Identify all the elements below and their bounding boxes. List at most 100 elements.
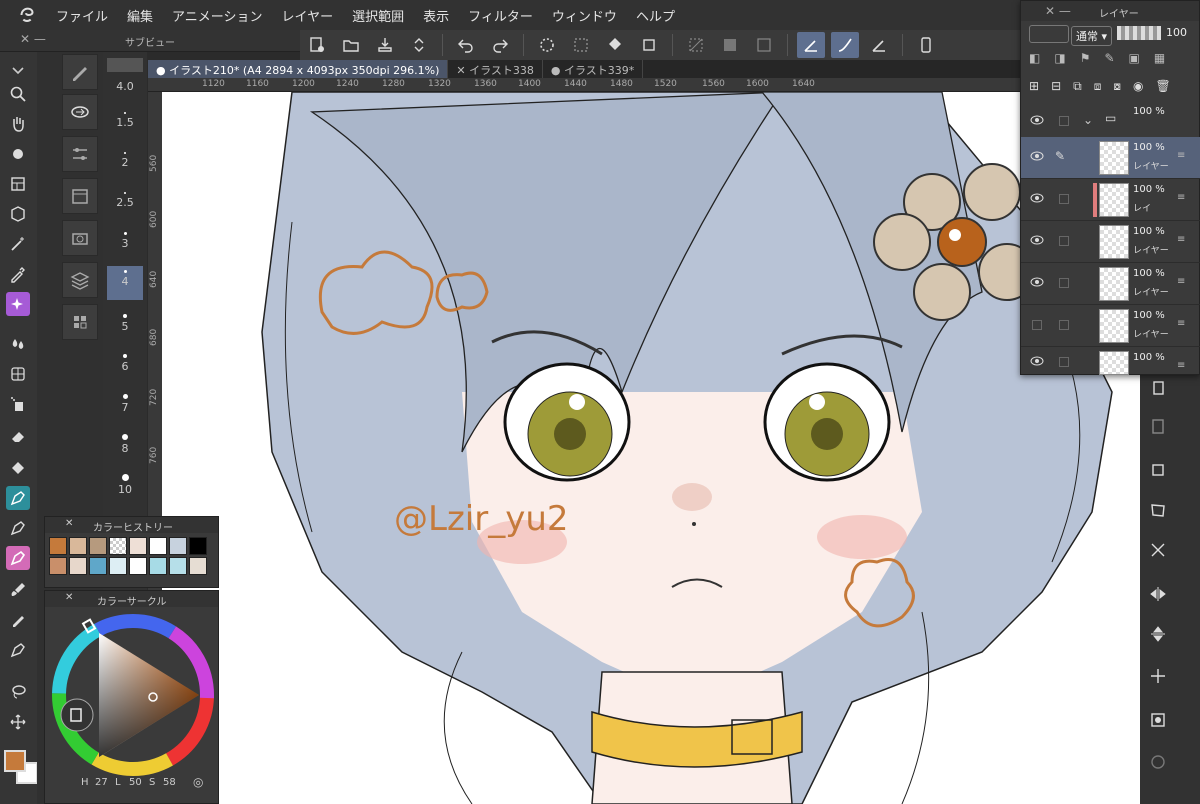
tab-document[interactable]: ✕ イラスト338 xyxy=(448,60,543,78)
tool-3d[interactable] xyxy=(6,202,30,226)
tool-blend[interactable] xyxy=(6,332,30,356)
mesh-transform-button[interactable] xyxy=(1146,538,1170,562)
tool-brush[interactable] xyxy=(6,578,30,602)
layer-property-select[interactable] xyxy=(1029,25,1069,43)
layer-checkbox[interactable] xyxy=(1059,194,1069,204)
menu-layer[interactable]: レイヤー xyxy=(282,6,334,25)
tab-document[interactable]: ● イラスト339* xyxy=(543,60,644,78)
brush-size-option[interactable]: 3 xyxy=(107,232,143,250)
lock-icon[interactable]: ▣ xyxy=(1129,51,1140,73)
layer-menu-icon[interactable]: ≡ xyxy=(1177,234,1185,245)
invert-selection-button[interactable] xyxy=(716,32,744,58)
layer-row[interactable]: 100 % レイヤー ≡ xyxy=(1021,263,1200,305)
paste-button[interactable] xyxy=(1146,414,1170,438)
layer-row[interactable]: 100 % ≡ xyxy=(1021,347,1200,375)
stepper-button[interactable] xyxy=(405,32,433,58)
layer-menu-icon[interactable]: ≡ xyxy=(1177,276,1185,287)
tool-fill[interactable] xyxy=(6,456,30,480)
drawing-canvas[interactable]: @Lzir_yu2 xyxy=(162,92,1148,804)
transform-button[interactable] xyxy=(635,32,663,58)
color-swatch[interactable] xyxy=(189,537,207,555)
clip-icon[interactable]: ◨ xyxy=(1054,51,1065,73)
tool-hand[interactable] xyxy=(6,112,30,136)
image-button[interactable] xyxy=(1146,708,1170,732)
eye-icon[interactable] xyxy=(1030,356,1044,366)
color-swatch[interactable] xyxy=(169,557,187,575)
color-swatch[interactable] xyxy=(49,557,67,575)
color-swatch[interactable] xyxy=(169,537,187,555)
subtool-camera[interactable] xyxy=(62,220,98,256)
swap-color-icon[interactable] xyxy=(60,698,94,732)
color-swatch[interactable] xyxy=(109,557,127,575)
transfer-icon[interactable]: ⧉ xyxy=(1073,79,1082,101)
layer-checkbox[interactable] xyxy=(1059,320,1069,330)
open-button[interactable] xyxy=(337,32,365,58)
subtool-grid[interactable] xyxy=(62,304,98,340)
move-button[interactable] xyxy=(1146,664,1170,688)
pen-pressure-button[interactable] xyxy=(797,32,825,58)
stabilizer-button[interactable] xyxy=(831,32,859,58)
lock-transparent-icon[interactable]: ◧ xyxy=(1029,51,1040,73)
menu-edit[interactable]: 編集 xyxy=(127,6,153,25)
brush-size-option[interactable]: 2.5 xyxy=(107,192,143,209)
clear-button[interactable] xyxy=(567,32,595,58)
tool-operation[interactable] xyxy=(6,142,30,166)
layer-row-selected[interactable]: ✎ 100 % レイヤー ≡ xyxy=(1021,137,1200,179)
opacity-slider[interactable] xyxy=(1117,26,1161,40)
eye-icon[interactable] xyxy=(1030,151,1044,161)
visibility-toggle[interactable] xyxy=(1032,320,1042,330)
hue-ring[interactable] xyxy=(51,613,215,777)
redo-button[interactable] xyxy=(486,32,514,58)
eye-icon[interactable] xyxy=(1030,193,1044,203)
color-swatch[interactable] xyxy=(89,537,107,555)
flip-horizontal-button[interactable] xyxy=(1146,582,1170,606)
tool-move[interactable] xyxy=(6,710,30,734)
layer-row[interactable]: 100 % レイヤー ≡ xyxy=(1021,221,1200,263)
subtool-pen[interactable] xyxy=(62,54,98,90)
subtool-layers[interactable] xyxy=(62,262,98,298)
tool-spray[interactable] xyxy=(6,392,30,416)
layer-checkbox[interactable] xyxy=(1059,236,1069,246)
opacity-value[interactable]: 100 xyxy=(1166,26,1187,39)
tool-pencil[interactable] xyxy=(6,516,30,540)
merge-icon[interactable]: ⧈ xyxy=(1094,79,1102,101)
brush-size-option-selected[interactable]: 4 xyxy=(107,266,143,300)
brush-size-option[interactable]: 10 xyxy=(107,474,143,496)
reference-icon[interactable]: ⚑ xyxy=(1080,51,1091,73)
deselect-button[interactable] xyxy=(682,32,710,58)
main-color-swatch[interactable] xyxy=(4,750,26,772)
fill-button[interactable] xyxy=(601,32,629,58)
color-swatch[interactable] xyxy=(129,537,147,555)
brush-size-menu-button[interactable] xyxy=(107,58,143,72)
toolbar-menu-button[interactable] xyxy=(6,58,30,82)
scale-button[interactable] xyxy=(1146,458,1170,482)
layer-row-hidden[interactable]: 100 % レイヤー ≡ xyxy=(1021,305,1200,347)
menu-animation[interactable]: アニメーション xyxy=(172,6,262,25)
close-icon[interactable]: ✕ xyxy=(65,518,73,529)
menu-file[interactable]: ファイル xyxy=(56,6,108,25)
tool-figure[interactable] xyxy=(6,362,30,386)
brush-size-option[interactable]: 2 xyxy=(107,152,143,169)
brush-size-option[interactable]: 8 xyxy=(107,434,143,455)
close-icon[interactable]: ✕ — xyxy=(20,32,46,46)
tool-eyedropper[interactable] xyxy=(6,262,30,286)
tool-auto-select[interactable] xyxy=(6,232,30,256)
color-swatch[interactable] xyxy=(69,537,87,555)
expand-selection-button[interactable] xyxy=(750,32,778,58)
tool-pen-teal[interactable] xyxy=(6,486,30,510)
brush-size-option[interactable]: 5 xyxy=(107,314,143,333)
menu-window[interactable]: ウィンドウ xyxy=(552,6,617,25)
undo-button[interactable] xyxy=(452,32,480,58)
menu-filter[interactable]: フィルター xyxy=(468,6,533,25)
copy-button[interactable] xyxy=(1146,376,1170,400)
save-button[interactable] xyxy=(371,32,399,58)
new-canvas-button[interactable] xyxy=(303,32,331,58)
layer-row[interactable]: 100 % レイ ≡ xyxy=(1021,179,1200,221)
color-swatch[interactable] xyxy=(109,537,127,555)
color-swatch[interactable] xyxy=(129,557,147,575)
color-swatch[interactable] xyxy=(189,557,207,575)
brush-size-option[interactable]: 6 xyxy=(107,354,143,373)
close-icon[interactable]: ✕ — xyxy=(1045,4,1071,18)
settings-icon[interactable]: ◎ xyxy=(193,775,203,789)
ruler-snap-button[interactable] xyxy=(865,32,893,58)
